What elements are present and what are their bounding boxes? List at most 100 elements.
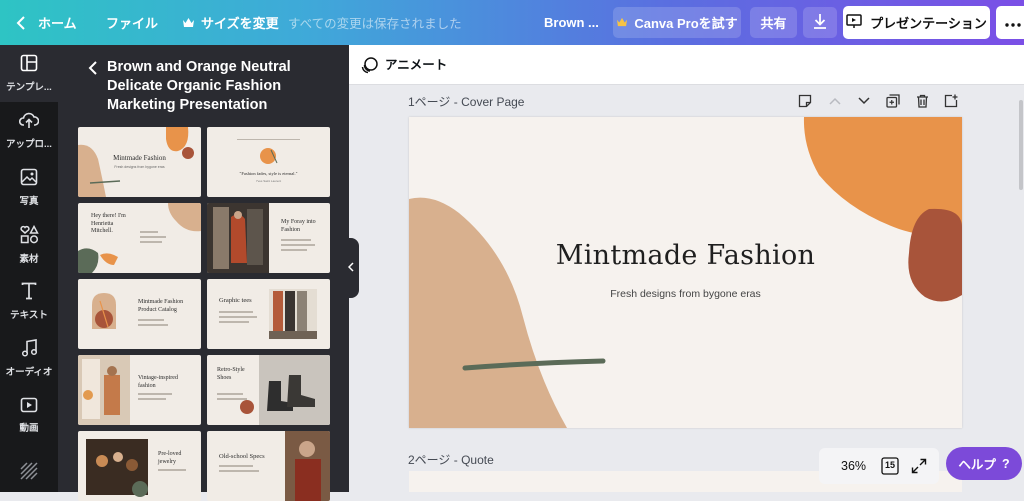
elements-icon (19, 224, 39, 247)
thumb-line (138, 398, 166, 400)
template-thumb[interactable]: My Foray into Fashion (207, 203, 330, 273)
slide-title[interactable]: Mintmade Fashion (409, 240, 962, 271)
move-down-icon[interactable] (855, 92, 873, 110)
thumb-line (281, 244, 315, 246)
thumb-subtitle: Fresh designs from bygone eras (114, 165, 165, 169)
rail-label: オーディオ (5, 367, 53, 378)
rail-item-uploads[interactable]: アップロ... (0, 102, 58, 159)
add-page-icon[interactable] (942, 92, 960, 110)
delete-page-icon[interactable] (913, 92, 931, 110)
thumb-line (219, 470, 259, 472)
template-thumb[interactable]: Pre-loved jewelry (78, 431, 201, 501)
save-status: すべての変更は保存されました (288, 17, 462, 31)
thumb-photo (86, 439, 148, 497)
file-menu[interactable]: ファイル (106, 0, 158, 45)
crown-icon (182, 17, 195, 28)
rail-item-audio[interactable]: オーディオ (0, 330, 58, 387)
rail-item-photos[interactable]: 写真 (0, 159, 58, 216)
thumb-line (140, 236, 166, 238)
pattern-icon (20, 462, 38, 483)
fullscreen-icon[interactable] (911, 458, 927, 479)
thumb-photo (240, 355, 330, 425)
template-icon (20, 54, 38, 75)
rail-item-more[interactable] (0, 444, 58, 501)
rail-label: 素材 (19, 253, 39, 265)
present-button[interactable]: プレゼンテーション (843, 6, 990, 39)
page-count: 15 (884, 460, 895, 470)
template-thumb[interactable]: Retro-Style Shoes (207, 355, 330, 425)
text-icon (21, 282, 37, 303)
share-label: 共有 (760, 16, 787, 31)
thumb-art (260, 148, 278, 164)
thumb-line (219, 311, 253, 313)
audio-icon (21, 339, 38, 360)
thumb-art (92, 293, 116, 329)
template-thumb[interactable]: Hey there! I'm Henrietta Mitchell. (78, 203, 201, 273)
home-button[interactable]: ホーム (16, 0, 77, 45)
thumb-line (281, 239, 311, 241)
thumb-line (158, 469, 186, 471)
thumb-line (219, 321, 249, 323)
thumb-title: My Foray into Fashion (281, 219, 316, 233)
template-thumb[interactable]: Graphic tees (207, 279, 330, 349)
help-button[interactable]: ヘルプ ? (946, 447, 1022, 480)
rail-label: アップロ... (6, 139, 52, 150)
animate-button[interactable]: アニメート (385, 45, 447, 85)
vertical-scrollbar[interactable] (1019, 100, 1023, 190)
editor-canvas: アニメート 1ページ - Cover Page Mintmade Fashion… (349, 45, 1024, 492)
share-button[interactable]: 共有 (750, 7, 797, 38)
template-thumb[interactable]: Vintage-inspired fashion (78, 355, 201, 425)
thumb-line (138, 324, 168, 326)
template-thumb[interactable]: Old-school Specs (207, 431, 330, 501)
duplicate-page-icon[interactable] (884, 92, 902, 110)
slide-subtitle[interactable]: Fresh designs from bygone eras (409, 288, 962, 300)
slide-cover-page[interactable]: Mintmade Fashion Fresh designs from bygo… (409, 117, 962, 428)
thumb-line (140, 241, 162, 243)
thumb-title: Retro-Style Shoes (217, 367, 245, 381)
try-pro-button[interactable]: Canva Proを試す (613, 7, 741, 38)
rail-label: 写真 (19, 196, 39, 207)
crown-icon (616, 15, 628, 30)
template-thumb[interactable]: Mintmade Fashion Fresh designs from bygo… (78, 127, 201, 197)
resize-label: サイズを変更 (201, 16, 279, 31)
move-up-icon[interactable] (826, 92, 844, 110)
document-title[interactable]: Brown ... (544, 0, 599, 45)
resize-button[interactable]: サイズを変更 (182, 0, 279, 45)
template-thumb[interactable]: "Fashion fades, style is eternal." Yves … (207, 127, 330, 197)
zoom-level[interactable]: 36% (841, 448, 866, 484)
back-chevron-icon[interactable] (88, 61, 98, 80)
thumb-line (281, 249, 307, 251)
chevron-left-icon (16, 15, 26, 30)
top-bar: ホーム ファイル サイズを変更 すべての変更は保存されました Brown ...… (0, 0, 1024, 45)
tan-blob (409, 197, 567, 428)
thumb-photo (269, 289, 317, 339)
rail-item-text[interactable]: テキスト (0, 273, 58, 330)
rail-label: テンプレ... (6, 82, 52, 93)
thumb-title: Pre-loved jewelry (158, 451, 182, 465)
notes-icon[interactable] (796, 92, 814, 110)
zoom-controls: 36% 15 (819, 448, 939, 484)
thumb-line (138, 393, 172, 395)
help-icon: ? (1001, 456, 1010, 471)
more-button[interactable] (996, 6, 1024, 39)
template-thumb[interactable]: Mintmade Fashion Product Catalog (78, 279, 201, 349)
chevron-left-icon (347, 259, 354, 277)
present-icon (846, 13, 862, 32)
rail-label: テキスト (10, 310, 48, 321)
collapse-panel-handle[interactable] (342, 238, 359, 298)
thumb-title: Mintmade Fashion Product Catalog (138, 299, 184, 313)
page-count-icon[interactable]: 15 (881, 457, 899, 475)
photo-icon (20, 168, 38, 189)
thumb-line (138, 319, 164, 321)
rail-item-elements[interactable]: 素材 (0, 216, 58, 273)
rail-item-video[interactable]: 動画 (0, 387, 58, 444)
rail-item-templates[interactable]: テンプレ... (0, 45, 58, 102)
slide-decor (409, 117, 962, 428)
page-2-label: 2ページ - Quote (408, 453, 494, 467)
thumb-line (219, 316, 257, 318)
thumb-title: "Fashion fades, style is eternal." (239, 171, 298, 176)
thumb-line (237, 139, 300, 140)
download-icon (813, 13, 827, 32)
animate-icon[interactable] (361, 56, 379, 79)
download-button[interactable] (803, 7, 837, 38)
